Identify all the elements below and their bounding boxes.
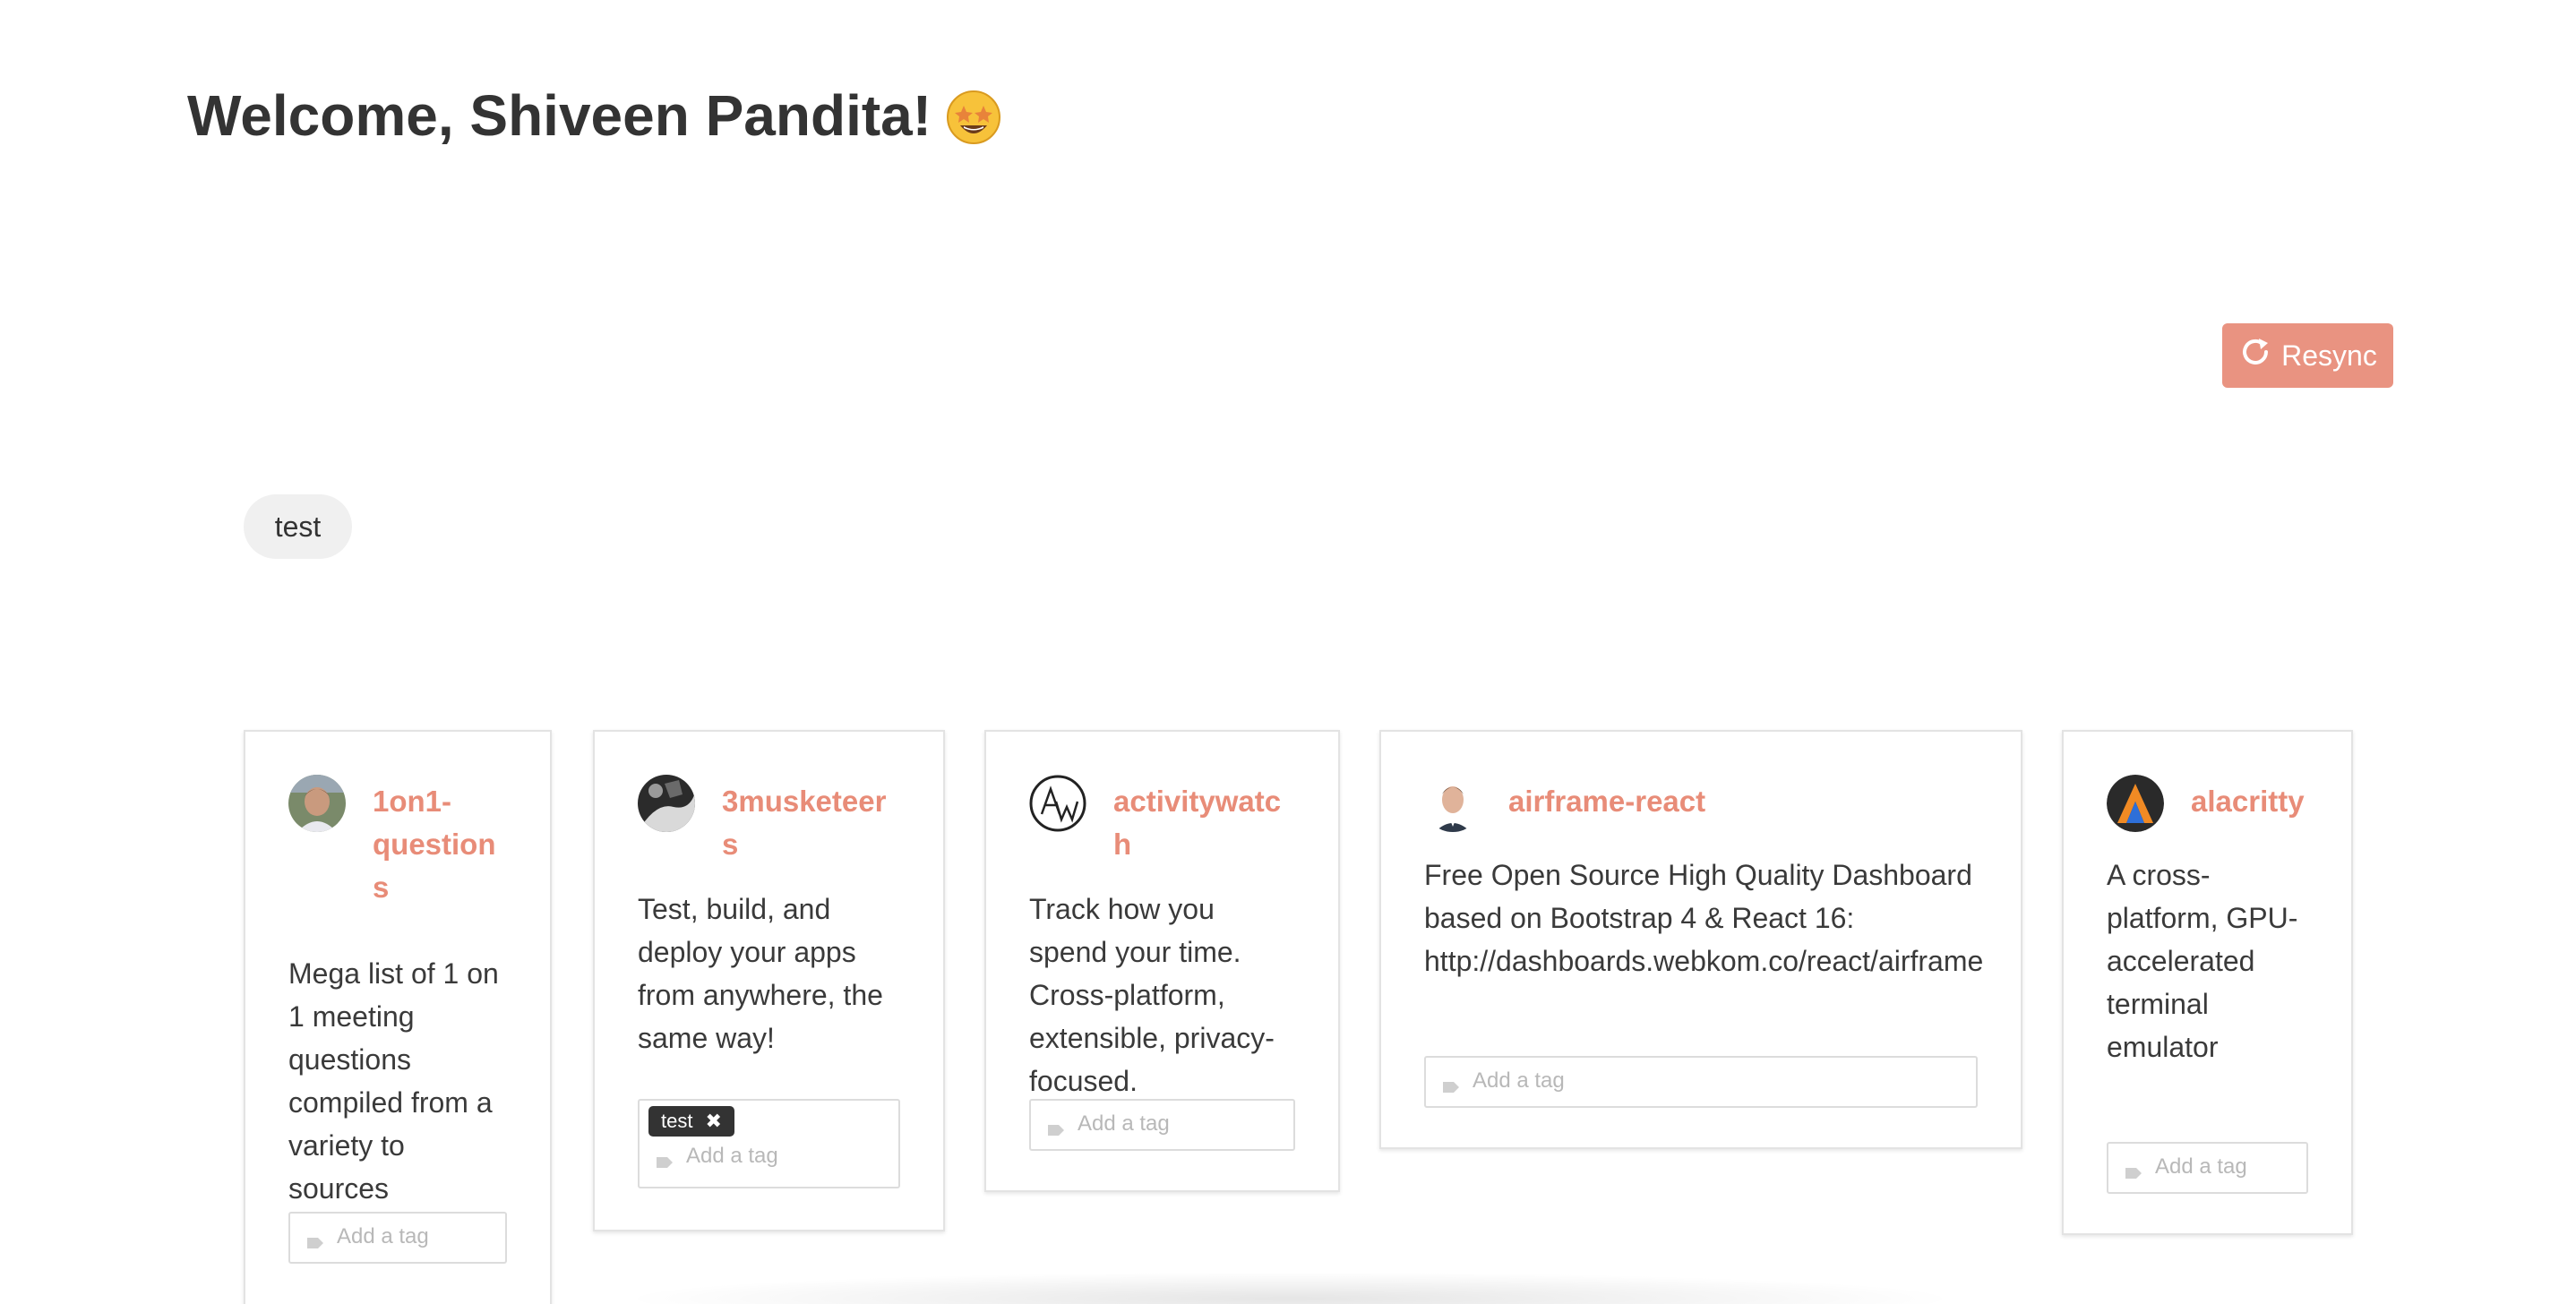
repo-description: Free Open Source High Quality Dashboard … [1424,859,1984,977]
repo-card-3musketeers: 3musketeers Test, build, and deploy your… [593,730,945,1231]
refresh-icon [2238,335,2272,376]
repo-name-link[interactable]: airframe-react [1508,780,1705,823]
tag-chip-test: test ✖ [648,1106,734,1137]
repo-card-activitywatch: activitywatch Track how you spend your t… [984,730,1340,1192]
repo-description: Test, build, and deploy your apps from a… [638,893,883,1054]
tag-placeholder: Add a tag [1078,1111,1170,1136]
close-icon[interactable]: ✖ [705,1110,721,1133]
tag-input-box[interactable]: Add a tag [2107,1142,2308,1194]
welcome-text: Welcome, Shiveen Pandita! [187,83,932,148]
tag-input-box[interactable]: Add a tag [1424,1056,1978,1108]
tag-placeholder: Add a tag [1473,1068,1565,1093]
repo-name-link[interactable]: 3musketeers [722,780,900,866]
tag-filter-label: test [274,510,322,543]
tag-placeholder: Add a tag [2155,1154,2247,1179]
tag-placeholder: Add a tag [337,1224,429,1248]
avatar [1424,775,1481,832]
resync-label: Resync [2281,339,2377,372]
repo-description: A cross-platform, GPU-accelerated termin… [2107,859,2298,1063]
tag-input-box[interactable]: Add a tag [1029,1099,1295,1151]
repo-card-airframe-react: airframe-react Free Open Source High Qua… [1379,730,2022,1149]
repo-card-alacritty: alacritty A cross-platform, GPU-accelera… [2062,730,2353,1235]
tag-chip-label: test [661,1110,693,1132]
repo-description: Track how you spend your time. Cross-pla… [1029,893,1275,1097]
repo-description: Mega list of 1 on 1 meeting questions co… [288,957,499,1205]
avatar [638,775,695,832]
page: Welcome, Shiveen Pandita! Resync test 1o… [0,0,2576,1304]
avatar [2107,775,2164,832]
avatar [288,775,346,832]
tag-placeholder: Add a tag [686,1144,778,1168]
tag-icon [1442,1075,1460,1093]
tag-icon [306,1231,324,1248]
repo-name-link[interactable]: activitywatch [1113,780,1295,866]
tag-icon [1047,1118,1065,1136]
tag-icon [656,1150,674,1168]
scroll-shadow [618,1272,1962,1304]
star-struck-emoji-icon [946,90,1001,145]
repo-name-link[interactable]: 1on1-questions [373,780,507,909]
resync-button[interactable]: Resync [2222,323,2393,388]
welcome-heading: Welcome, Shiveen Pandita! [187,82,1001,149]
tag-input-box[interactable]: Add a tag [288,1212,507,1264]
tag-filter-test[interactable]: test [244,494,352,559]
avatar [1029,775,1086,832]
repo-name-link[interactable]: alacritty [2191,780,2305,823]
tag-input-box[interactable]: test ✖ Add a tag [638,1099,900,1188]
repo-card-1on1-questions: 1on1-questions Mega list of 1 on 1 meeti… [244,730,552,1304]
tag-icon [2125,1161,2142,1179]
